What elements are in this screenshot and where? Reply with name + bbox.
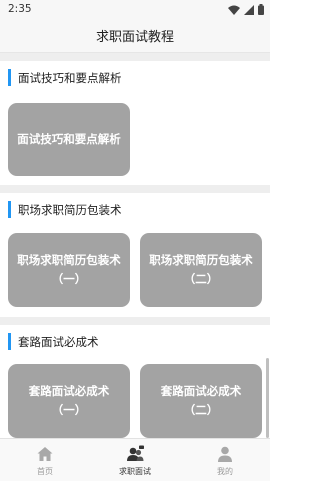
status-time: 2:35 [8, 3, 32, 15]
course-card-resume-1[interactable]: 职场求职简历包装术（一） [8, 233, 130, 307]
content-list[interactable]: 面试技巧和要点解析 面试技巧和要点解析 职场求职简历包装术 职场求职简历包装术（… [0, 53, 270, 438]
people-icon [127, 445, 144, 461]
tab-home[interactable]: 首页 [0, 439, 90, 481]
tab-label: 我的 [217, 467, 233, 476]
scrollbar-thumb[interactable] [266, 358, 269, 438]
battery-icon [258, 4, 264, 15]
section-accent-bar [8, 69, 11, 86]
tab-label: 首页 [37, 467, 53, 476]
section-header-interview-tips: 面试技巧和要点解析 [0, 67, 270, 89]
status-bar: 2:35 [0, 0, 270, 18]
section-header-interview-tricks: 套路面试必成术 [0, 331, 270, 353]
course-card-tricks-1[interactable]: 套路面试必成术（一） [8, 364, 130, 438]
section-header-resume: 职场求职简历包装术 [0, 199, 270, 221]
section-title: 职场求职简历包装术 [18, 203, 122, 217]
signal-icon [244, 4, 254, 15]
course-card-tricks-2[interactable]: 套路面试必成术（二） [140, 364, 262, 438]
wifi-icon [228, 5, 240, 15]
card-label: 职场求职简历包装术（二） [149, 253, 253, 286]
section-title: 套路面试必成术 [18, 335, 99, 349]
bottom-tab-bar: 首页 求职面试 我的 [0, 438, 270, 481]
card-label: 套路面试必成术（一） [28, 384, 110, 417]
status-icons [228, 4, 264, 15]
home-icon [37, 447, 53, 461]
person-icon [218, 446, 232, 462]
course-card-resume-2[interactable]: 职场求职简历包装术（二） [140, 233, 262, 307]
section-divider [0, 317, 270, 325]
course-card-interview-tips[interactable]: 面试技巧和要点解析 [8, 103, 130, 176]
section-divider [0, 53, 270, 61]
card-label: 套路面试必成术（二） [160, 384, 242, 417]
tab-job-interview[interactable]: 求职面试 [90, 439, 180, 481]
card-label: 职场求职简历包装术（一） [17, 253, 121, 286]
tab-mine[interactable]: 我的 [180, 439, 270, 481]
page-title: 求职面试教程 [95, 30, 174, 45]
section-accent-bar [8, 201, 11, 218]
tab-label: 求职面试 [119, 467, 151, 476]
section-divider [0, 185, 270, 193]
section-title: 面试技巧和要点解析 [18, 71, 122, 85]
section-accent-bar [8, 333, 11, 350]
card-label: 面试技巧和要点解析 [17, 132, 121, 146]
app-bar: 求职面试教程 [0, 18, 270, 53]
